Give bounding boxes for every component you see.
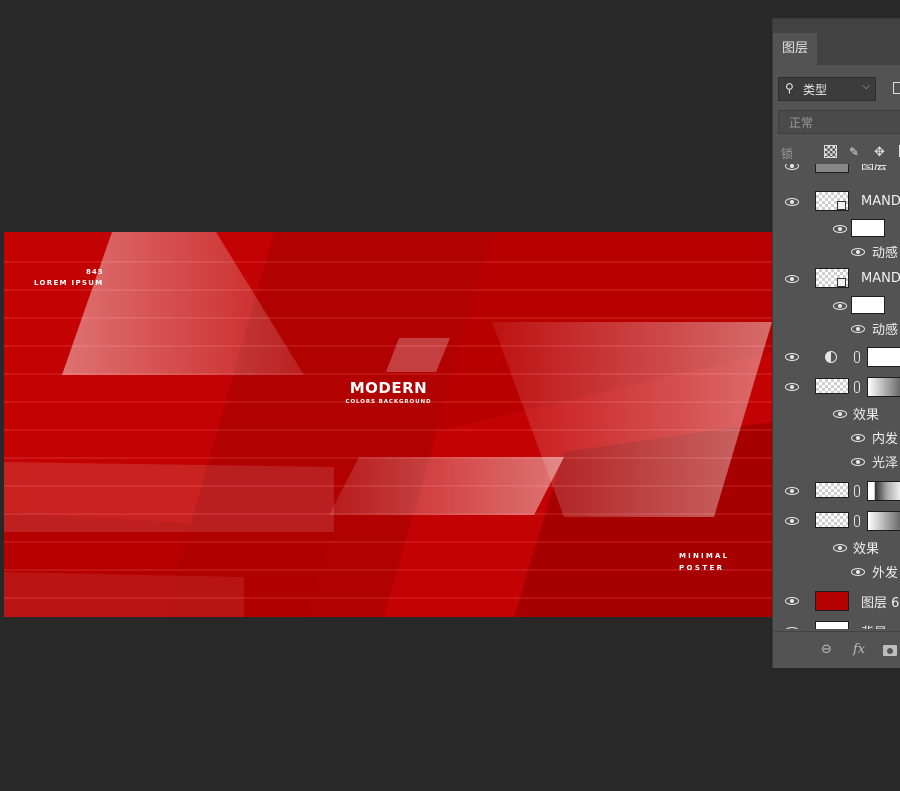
- layer-row-partial[interactable]: 图层: [773, 164, 900, 176]
- eye-icon[interactable]: [851, 434, 865, 442]
- chevron-down-icon: ⌵: [862, 81, 870, 92]
- smart-filter-row[interactable]: 动感: [773, 316, 900, 340]
- layer-thumbnail: [815, 591, 849, 611]
- smart-object-icon: [837, 201, 846, 210]
- eye-icon[interactable]: [851, 458, 865, 466]
- move-icon[interactable]: ✥: [874, 145, 885, 160]
- layers-list: 图层 MANDA 动感 MANDA 动感: [773, 164, 900, 629]
- effects-row[interactable]: 效果: [773, 536, 900, 560]
- eye-icon[interactable]: [833, 225, 847, 233]
- eye-icon[interactable]: [785, 627, 799, 629]
- eye-icon[interactable]: [851, 568, 865, 576]
- smart-filter-mask-row[interactable]: [773, 294, 900, 318]
- poster-subtitle: COLORS BACKGROUND: [345, 399, 432, 405]
- layer-row-with-effects-2[interactable]: [773, 506, 900, 536]
- tab-layers[interactable]: 图层: [773, 33, 817, 65]
- eye-icon[interactable]: [833, 544, 847, 552]
- eye-icon[interactable]: [833, 410, 847, 418]
- link-icon[interactable]: [854, 515, 860, 527]
- layer-mask-thumbnail: [867, 347, 900, 367]
- link-layers-icon[interactable]: ⊖: [821, 642, 832, 657]
- layer-thumbnail: [815, 482, 849, 498]
- layer-row-background[interactable]: 背景: [773, 616, 900, 629]
- eye-icon[interactable]: [785, 383, 799, 391]
- layer-thumbnail: [815, 621, 849, 629]
- layer-thumbnail: [815, 378, 849, 394]
- effects-row[interactable]: 效果: [773, 402, 900, 426]
- search-icon: ⚲: [785, 81, 794, 95]
- layer-row-smart-object-2[interactable]: MANDA: [773, 264, 900, 294]
- panel-tab-bar: 图层: [773, 19, 900, 65]
- image-filter-icon[interactable]: [893, 82, 900, 94]
- link-icon[interactable]: [854, 381, 860, 393]
- eye-icon[interactable]: [851, 248, 865, 256]
- poster-title: MODERN: [349, 379, 428, 397]
- layer-name: 背景: [861, 622, 887, 629]
- smart-filter-row[interactable]: 动感: [773, 239, 900, 263]
- fx-icon[interactable]: fx: [853, 642, 865, 657]
- poster-code-text: 845: [86, 268, 104, 276]
- layer-row-layer-6[interactable]: 图层 6: [773, 586, 900, 616]
- effect-outer-glow-row[interactable]: 外发: [773, 560, 900, 584]
- smart-object-icon: [837, 278, 846, 287]
- layer-thumbnail: [815, 512, 849, 528]
- smart-filter-name: 动感: [872, 246, 899, 261]
- layer-row-with-effects-1[interactable]: [773, 372, 900, 402]
- effects-label: 效果: [853, 542, 880, 557]
- filter-kind-label: 类型: [803, 83, 828, 97]
- add-mask-icon[interactable]: [883, 645, 897, 656]
- brush-icon[interactable]: ✎: [849, 145, 859, 159]
- eye-icon[interactable]: [785, 275, 799, 283]
- filter-mask-thumbnail: [851, 219, 885, 237]
- poster-corner-line2: POSTER: [679, 564, 725, 572]
- smart-filter-mask-row[interactable]: [773, 217, 900, 241]
- blend-mode-dropdown[interactable]: 正常: [778, 110, 900, 134]
- layer-row-adjustment[interactable]: [773, 342, 900, 372]
- link-icon[interactable]: [854, 485, 860, 497]
- layer-row-smart-object-1[interactable]: MANDA: [773, 187, 900, 217]
- poster-lorem-text: LOREM IPSUM: [34, 279, 104, 287]
- eye-icon[interactable]: [851, 325, 865, 333]
- layer-name: MANDA: [861, 271, 900, 286]
- layer-name: 图层: [861, 164, 888, 173]
- layer-name: MANDA: [861, 194, 900, 209]
- poster-artwork: [4, 232, 772, 617]
- effect-satin-row[interactable]: 光泽: [773, 450, 900, 474]
- layer-row-masked[interactable]: [773, 476, 900, 506]
- poster-corner-line1: MINIMAL: [679, 552, 730, 560]
- effect-name: 光泽: [872, 456, 899, 471]
- lock-transparent-pixels-icon[interactable]: [824, 145, 837, 158]
- effect-name: 内发: [872, 432, 899, 447]
- adjustment-layer-icon: [825, 351, 837, 363]
- effect-name: 外发: [872, 566, 899, 581]
- effect-inner-glow-row[interactable]: 内发: [773, 426, 900, 450]
- effects-label: 效果: [853, 408, 880, 423]
- layer-thumbnail: [815, 164, 849, 173]
- layer-mask-thumbnail: [867, 481, 900, 501]
- eye-icon[interactable]: [785, 353, 799, 361]
- layer-mask-thumbnail: [867, 377, 900, 397]
- link-icon[interactable]: [854, 351, 860, 363]
- filter-mask-thumbnail: [851, 296, 885, 314]
- eye-icon[interactable]: [785, 164, 799, 170]
- layers-panel-footer: ⊖ fx: [773, 631, 900, 668]
- smart-filter-name: 动感: [872, 323, 899, 338]
- layer-name: 图层 6: [861, 596, 900, 611]
- layer-mask-thumbnail: [867, 511, 900, 531]
- eye-icon[interactable]: [785, 597, 799, 605]
- eye-icon[interactable]: [785, 198, 799, 206]
- eye-icon[interactable]: [785, 487, 799, 495]
- layers-panel: 图层 ⚲ 类型 ⌵ 正常 锁定： ✎ ✥ 图层 MANDA: [772, 18, 900, 668]
- eye-icon[interactable]: [785, 517, 799, 525]
- layer-filter-dropdown[interactable]: ⚲ 类型 ⌵: [778, 77, 876, 101]
- document-canvas[interactable]: 845 LOREM IPSUM MODERN COLORS BACKGROUND…: [4, 232, 772, 617]
- eye-icon[interactable]: [833, 302, 847, 310]
